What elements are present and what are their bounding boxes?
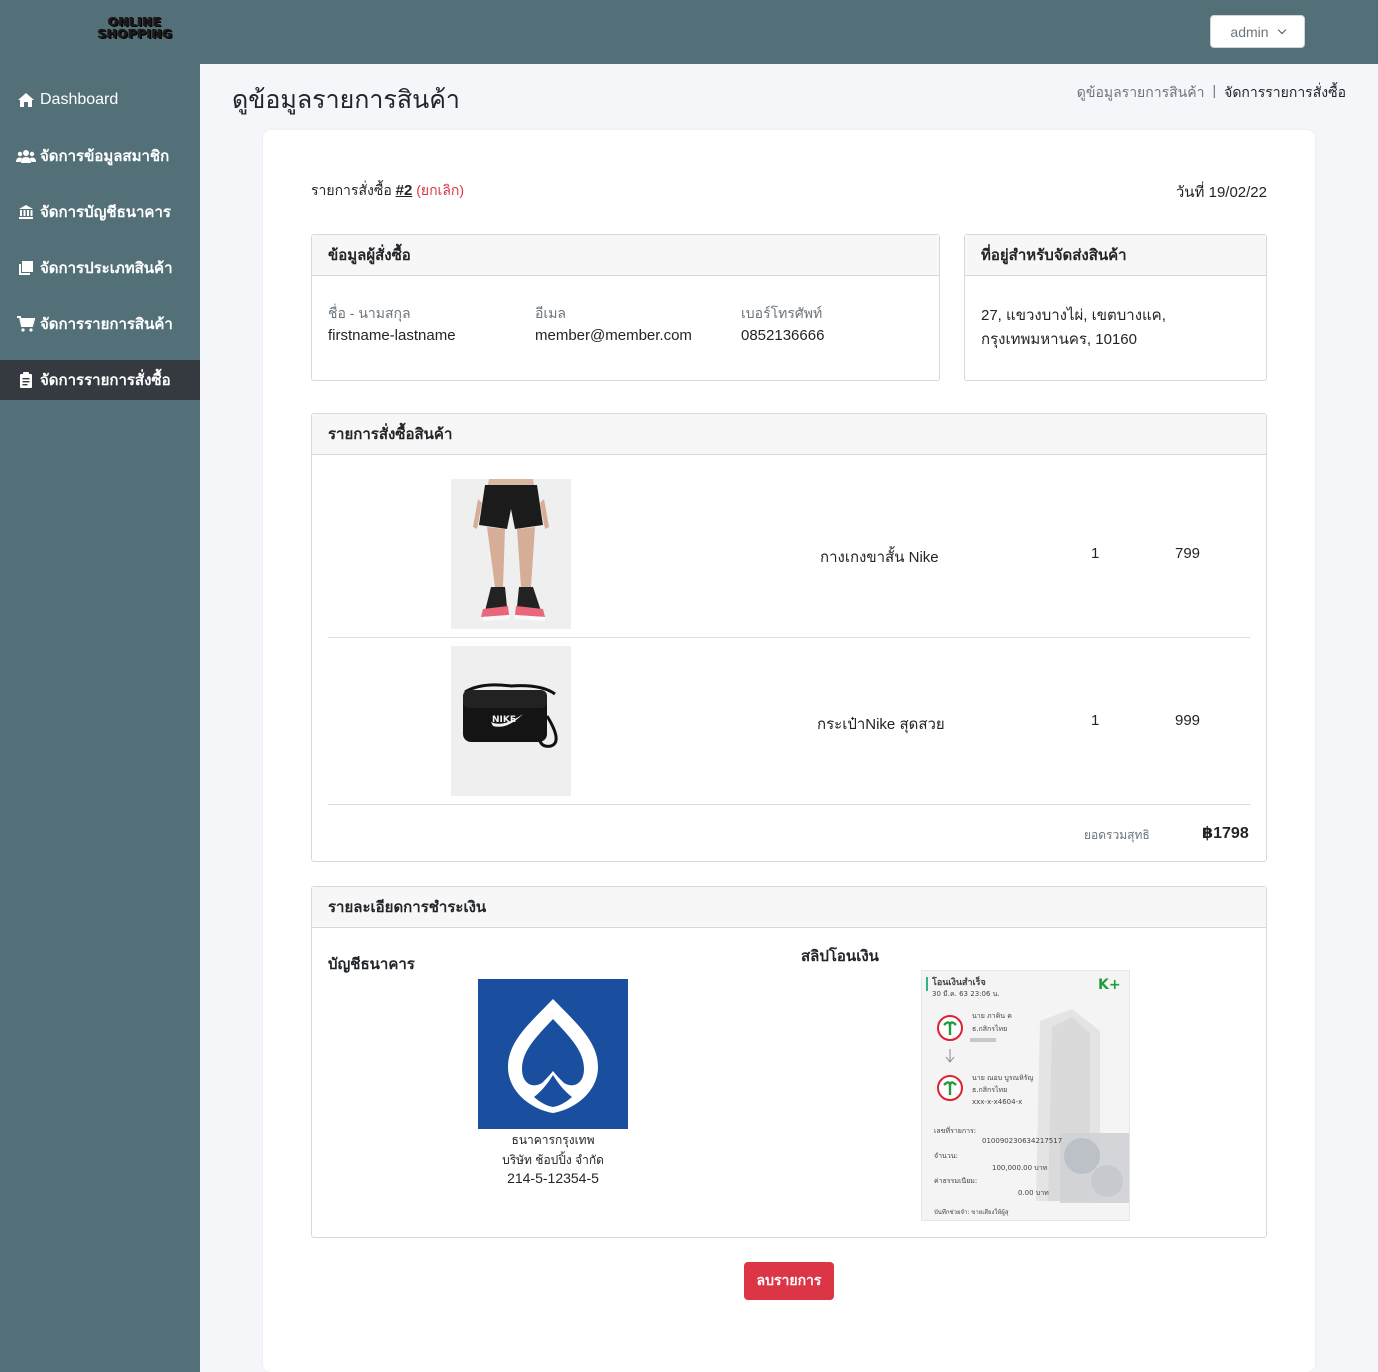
sidebar: Dashboard จัดการข้อมูลสมาชิก จัดการบัญชี… — [0, 64, 200, 1372]
order-status: (ยกเลิก) — [416, 182, 465, 198]
total-label: ยอดรวมสุทธิ — [1084, 828, 1150, 842]
bangkok-bank-logo — [478, 979, 628, 1129]
customer-phone: 0852136666 — [741, 327, 825, 344]
user-menu-label: admin — [1230, 23, 1269, 40]
product-image-bag: NIKE — [451, 646, 571, 796]
customer-name: firstname-lastname — [328, 327, 456, 344]
slip-ref-label: เลขที่รายการ: — [934, 1127, 977, 1135]
slip-heading: สลิปโอนเงิน — [801, 948, 879, 965]
bank-account-heading: บัญชีธนาคาร — [328, 956, 415, 973]
slip-from-name: นาย ภาคิน ค — [972, 1012, 1012, 1020]
top-navbar: ONLINE SHOPPING admin — [0, 0, 1378, 64]
account-number: 214-5-12354-5 — [507, 1170, 599, 1186]
order-number: #2 — [395, 182, 413, 199]
product-qty: 1 — [1091, 712, 1100, 729]
page-title: ดูข้อมูลรายการสินค้า — [232, 86, 460, 114]
slip-from-bank: ธ.กสิกรไทย — [972, 1025, 1008, 1033]
product-price: 799 — [1175, 545, 1201, 562]
home-icon — [16, 92, 36, 108]
order-prefix: รายการสั่งซื้อ — [311, 182, 392, 198]
customer-email: member@member.com — [535, 327, 692, 344]
slip-memo: บันทึกช่วยจำ: ขายเสียงให้ผู้สุ — [934, 1209, 1009, 1216]
product-name: กางเกงขาสั้น Nike — [820, 549, 939, 566]
payment-card-title: รายละเอียดการชำระเงิน — [312, 887, 1266, 928]
svg-text:NIKE: NIKE — [492, 715, 516, 725]
sidebar-item-bank-accounts[interactable]: จัดการบัญชีธนาคาร — [0, 192, 200, 232]
clone-icon — [16, 260, 36, 276]
sidebar-item-orders[interactable]: จัดการรายการสั่งซื้อ — [0, 360, 200, 400]
cart-icon — [16, 316, 36, 332]
slip-brand: K+ — [1098, 977, 1121, 993]
slip-to-name: นาย ณอบ บูรณหิรัญ — [972, 1074, 1034, 1082]
slip-to-account: xxx-x-x4604-x — [972, 1098, 1023, 1106]
breadcrumb-link[interactable]: ดูข้อมูลรายการสินค้า — [1077, 82, 1205, 104]
sidebar-item-label: จัดการบัญชีธนาคาร — [40, 204, 171, 221]
breadcrumb: ดูข้อมูลรายการสินค้า | จัดการรายการสั่งซ… — [1077, 82, 1346, 104]
product-qty: 1 — [1091, 545, 1100, 562]
clipboard-icon — [16, 372, 36, 388]
slip-amount: 100,000.00 บาท — [992, 1164, 1048, 1172]
sidebar-item-dashboard[interactable]: Dashboard — [0, 80, 200, 120]
sidebar-item-label: จัดการรายการสินค้า — [40, 316, 173, 333]
breadcrumb-separator: | — [1212, 82, 1217, 98]
order-date: วันที่ 19/02/22 — [1175, 184, 1267, 201]
shipping-card-title: ที่อยู่สำหรับจัดส่งสินค้า — [965, 235, 1266, 276]
order-items-title: รายการสั่งซื้อสินค้า — [312, 414, 1266, 455]
phone-label: เบอร์โทรศัพท์ — [741, 305, 823, 321]
product-image-shorts — [451, 479, 571, 629]
slip-datetime: 30 มี.ค. 63 23:06 น. — [932, 990, 1000, 998]
product-name: กระเป๋าNike สุดสวย — [817, 716, 945, 733]
slip-ref: 010090230634217517 — [982, 1137, 1063, 1145]
address-line2: กรุงเทพมหานคร, 10160 — [981, 331, 1137, 348]
total-amount: ฿1798 — [1202, 825, 1249, 842]
delete-order-button[interactable]: ลบรายการ — [744, 1262, 834, 1300]
slip-amount-label: จำนวน: — [934, 1152, 958, 1160]
account-name: บริษัท ช้อปปิ้ง จำกัด — [502, 1153, 604, 1167]
slip-fee-label: ค่าธรรมเนียม: — [934, 1177, 978, 1185]
row-divider — [328, 637, 1250, 638]
bank-name: ธนาคารกรุงเทพ — [511, 1133, 595, 1147]
sidebar-item-categories[interactable]: จัดการประเภทสินค้า — [0, 248, 200, 288]
site-logo[interactable]: ONLINE SHOPPING — [98, 16, 172, 44]
slip-title: โอนเงินสำเร็จ — [932, 978, 986, 988]
sidebar-item-members[interactable]: จัดการข้อมูลสมาชิก — [0, 136, 200, 176]
breadcrumb-current: จัดการรายการสั่งซื้อ — [1224, 84, 1346, 100]
sidebar-item-products[interactable]: จัดการรายการสินค้า — [0, 304, 200, 344]
chevron-down-icon — [1277, 25, 1286, 34]
email-label: อีเมล — [535, 305, 567, 321]
user-menu-button[interactable]: admin — [1210, 15, 1305, 48]
customer-card-title: ข้อมูลผู้สั่งซื้อ — [312, 235, 939, 276]
bank-icon — [16, 204, 36, 220]
sidebar-item-label: Dashboard — [40, 91, 119, 108]
sidebar-item-label: จัดการข้อมูลสมาชิก — [40, 148, 170, 165]
slip-to-bank: ธ.กสิกรไทย — [972, 1086, 1008, 1094]
sidebar-item-label: จัดการประเภทสินค้า — [40, 260, 173, 277]
row-divider — [328, 804, 1250, 805]
address-line1: 27, แขวงบางไผ่, เขตบางแค, — [981, 307, 1166, 324]
sidebar-item-label: จัดการรายการสั่งซื้อ — [40, 372, 171, 389]
logo-line2: SHOPPING — [98, 27, 173, 41]
slip-fee: 0.00 บาท — [1018, 1189, 1049, 1197]
product-price: 999 — [1175, 712, 1201, 729]
users-icon — [16, 148, 36, 164]
name-label: ชื่อ - นามสกุล — [328, 305, 411, 321]
order-heading: รายการสั่งซื้อ #2 (ยกเลิก) — [311, 180, 464, 202]
transfer-slip-image[interactable]: โอนเงินสำเร็จ 30 มี.ค. 63 23:06 น. K+ นา… — [921, 970, 1130, 1221]
